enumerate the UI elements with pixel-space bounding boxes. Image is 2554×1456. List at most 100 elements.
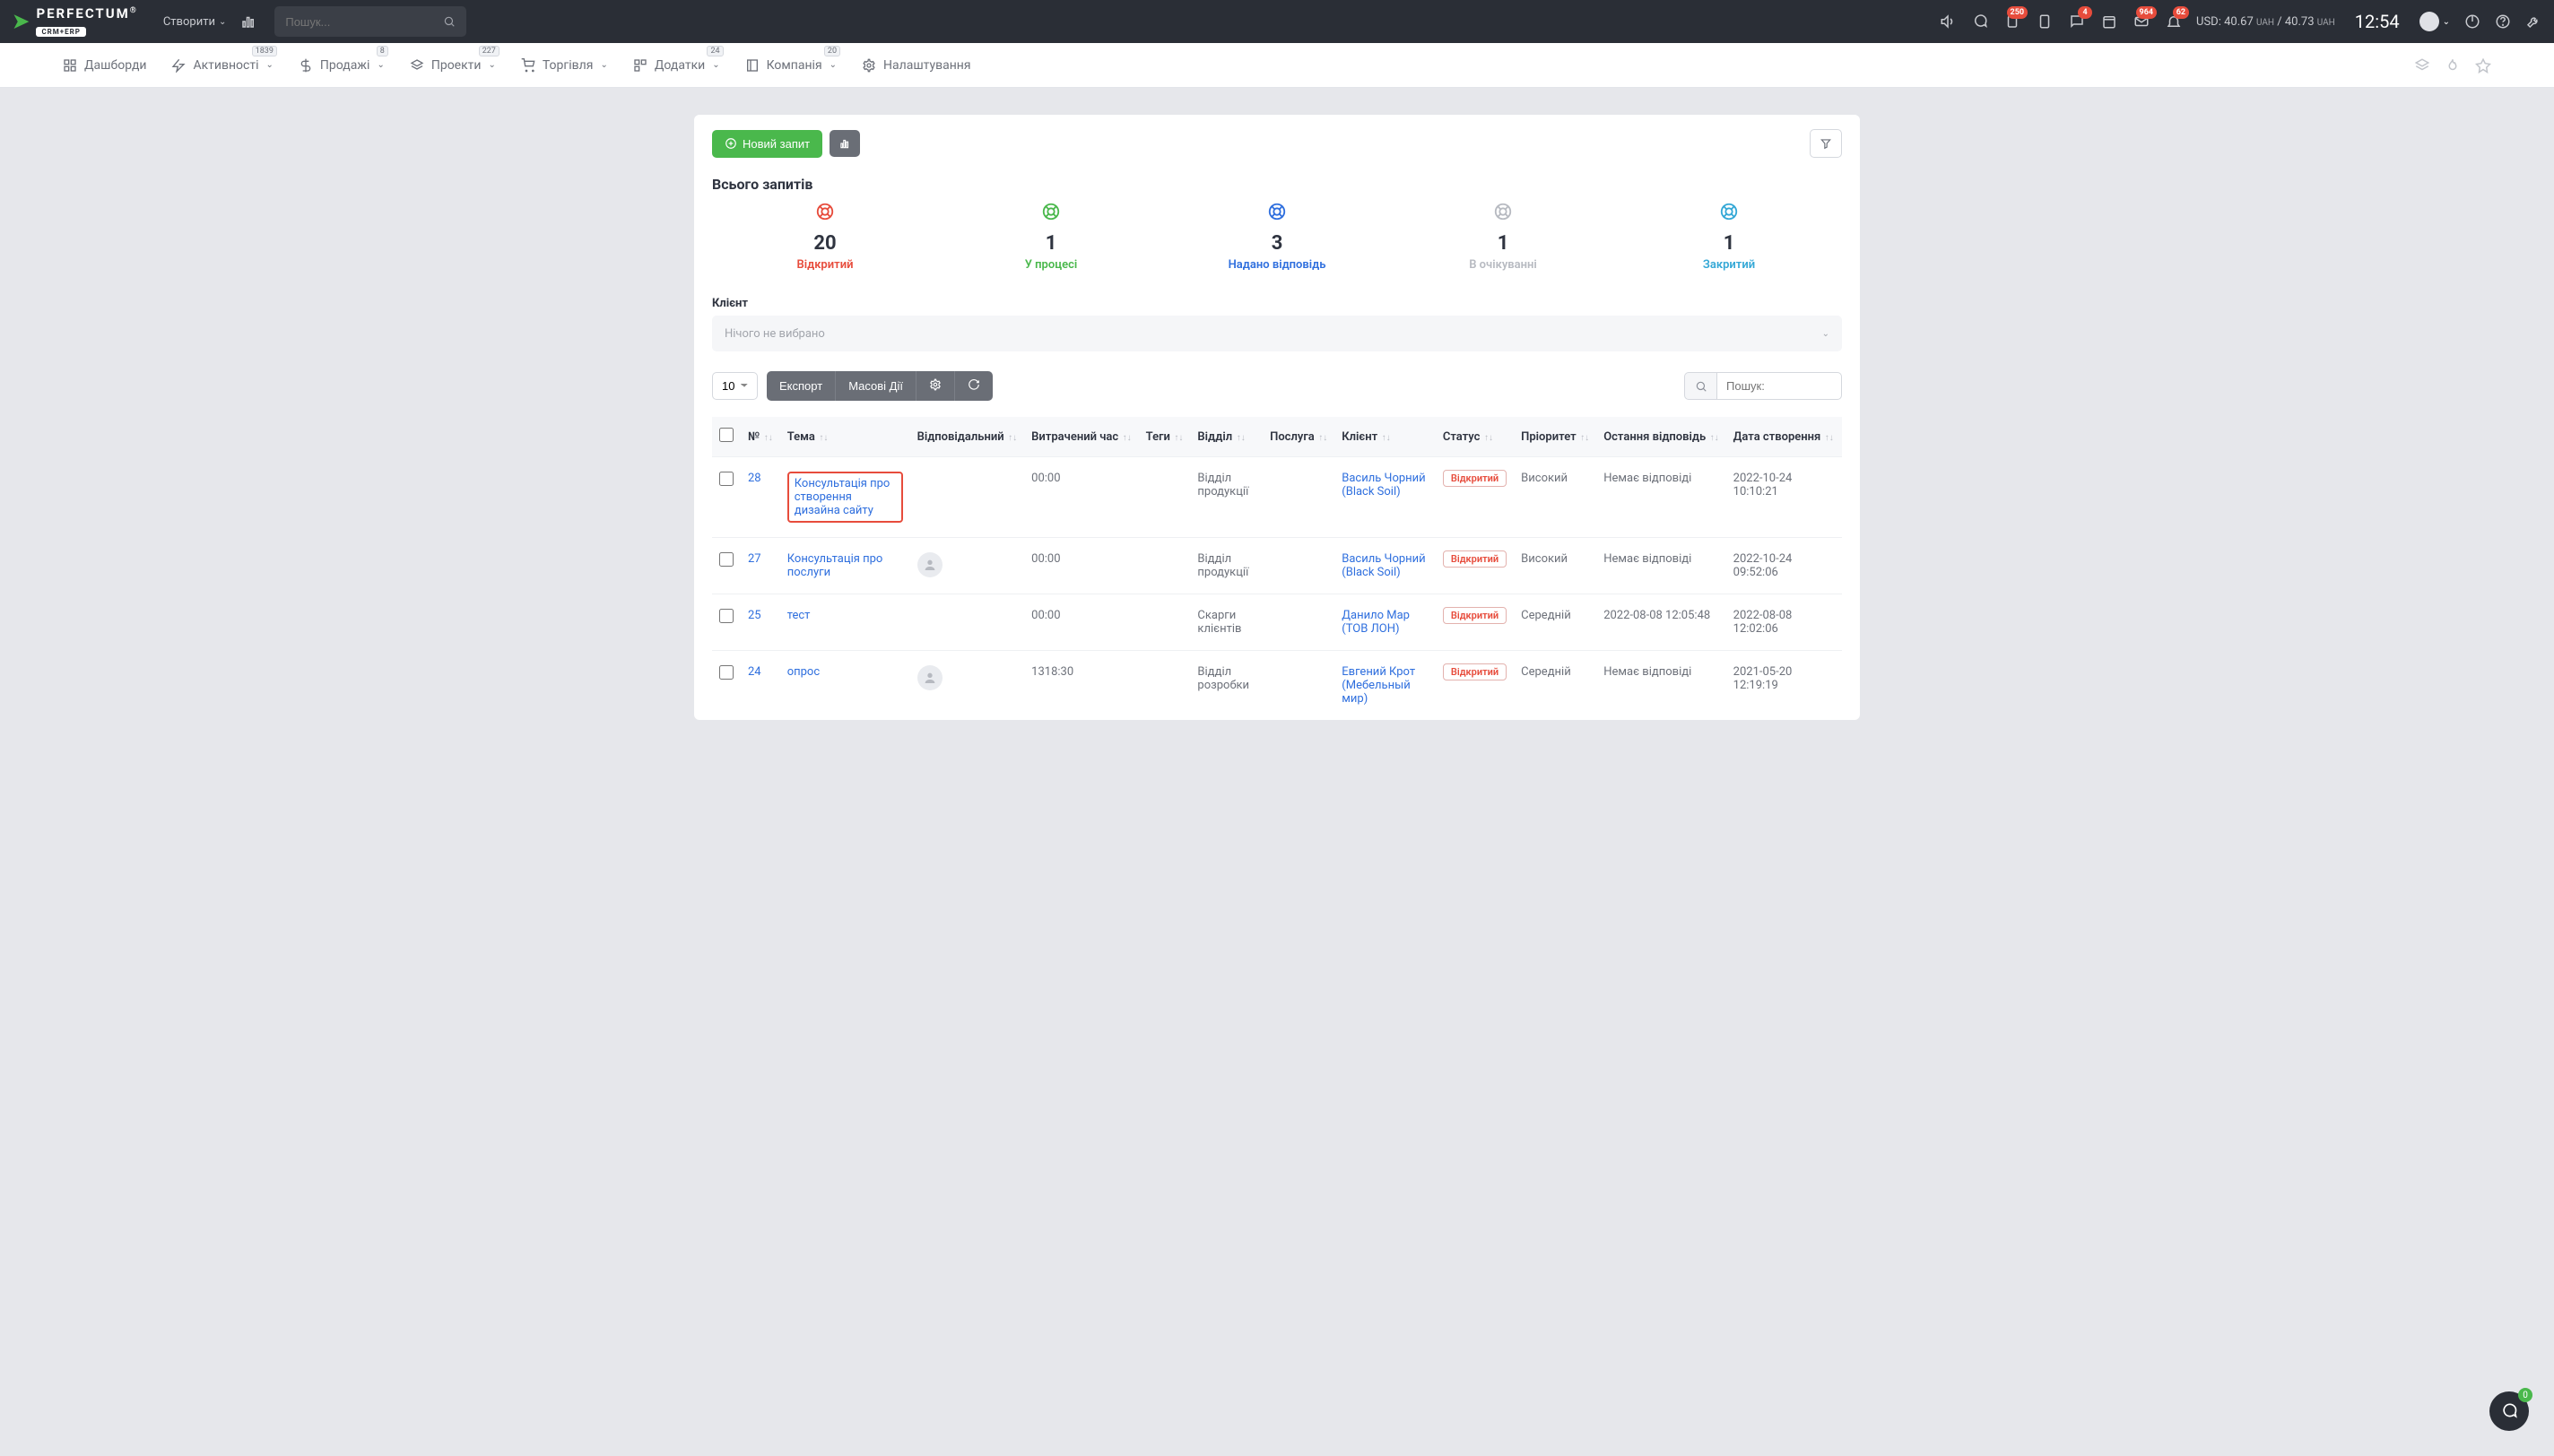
- tool-icon[interactable]: [2525, 13, 2541, 30]
- nav-label: Активності: [193, 58, 258, 73]
- stat-card[interactable]: 1 В очікуванні: [1390, 202, 1616, 272]
- column-header[interactable]: Статус ↑↓: [1436, 417, 1514, 457]
- status-badge: Відкритий: [1443, 470, 1507, 487]
- requests-table: № ↑↓Тема ↑↓Відповідальний ↑↓Витрачений ч…: [712, 417, 1842, 720]
- row-checkbox[interactable]: [719, 472, 734, 486]
- new-request-button[interactable]: Новий запит: [712, 130, 822, 158]
- select-all-checkbox[interactable]: [719, 428, 734, 442]
- column-header[interactable]: Клієнт ↑↓: [1334, 417, 1436, 457]
- layers-icon[interactable]: [2414, 57, 2430, 74]
- row-topic-link[interactable]: опрос: [787, 665, 820, 679]
- column-header[interactable]: Пріоритет ↑↓: [1514, 417, 1596, 457]
- nav-label: Проекти: [431, 58, 482, 73]
- logo[interactable]: ➤ PERFECTUM® CRM+ERP: [13, 5, 138, 38]
- row-checkbox[interactable]: [719, 665, 734, 680]
- stat-card[interactable]: 3 Надано відповідь: [1164, 202, 1390, 272]
- row-number[interactable]: 28: [741, 457, 780, 538]
- star-icon[interactable]: [2475, 57, 2491, 74]
- row-last-reply: Немає відповіді: [1596, 457, 1725, 538]
- row-number[interactable]: 27: [741, 538, 780, 594]
- nav-item-6[interactable]: Компанія 20 ⌄: [745, 58, 837, 73]
- row-topic-link[interactable]: тест: [787, 609, 811, 622]
- flame-icon[interactable]: [2445, 57, 2461, 74]
- nav-item-1[interactable]: Активності 1839 ⌄: [171, 58, 273, 73]
- table-row: 27 Консультація про послуги 00:00 Відділ…: [712, 538, 1842, 594]
- stat-card[interactable]: 1 Закритий: [1616, 202, 1842, 272]
- row-service: [1263, 538, 1334, 594]
- page-size-select[interactable]: 10: [712, 372, 758, 400]
- row-checkbox[interactable]: [719, 609, 734, 623]
- refresh-button[interactable]: [955, 371, 993, 401]
- column-header[interactable]: Відповідальний ↑↓: [910, 417, 1025, 457]
- export-button[interactable]: Експорт: [767, 371, 836, 401]
- search-input[interactable]: [285, 15, 443, 29]
- nav-badge: 1839: [252, 46, 277, 56]
- stat-label: У процесі: [938, 258, 1164, 272]
- nav-item-0[interactable]: Дашборди: [63, 58, 146, 73]
- row-topic-link[interactable]: Консультація про послуги: [787, 552, 883, 579]
- column-header[interactable]: Дата створення ↑↓: [1726, 417, 1842, 457]
- column-header[interactable]: Тема ↑↓: [780, 417, 910, 457]
- table-search-input[interactable]: [1716, 372, 1842, 400]
- row-last-reply: Немає відповіді: [1596, 651, 1725, 721]
- column-header[interactable]: Послуга ↑↓: [1263, 417, 1334, 457]
- row-client-link[interactable]: Данило Мар (ТОВ ЛОН): [1342, 609, 1410, 636]
- filter-button[interactable]: [1810, 129, 1842, 158]
- nav-item-5[interactable]: Додатки 24 ⌄: [633, 58, 720, 73]
- row-number[interactable]: 25: [741, 594, 780, 651]
- user-menu[interactable]: ⌄: [2419, 12, 2450, 31]
- row-time: 00:00: [1024, 594, 1139, 651]
- currency-rate: USD: 40.67 UAH / 40.73 UAH: [2196, 15, 2335, 29]
- chat-badge: 4: [2078, 6, 2092, 19]
- chart-icon[interactable]: [240, 13, 256, 30]
- sort-icon: ↑↓: [1006, 433, 1018, 443]
- stats-toggle-button[interactable]: [830, 130, 860, 157]
- search-box[interactable]: [274, 6, 466, 37]
- row-tags: [1139, 457, 1191, 538]
- column-header[interactable]: Теги ↑↓: [1139, 417, 1191, 457]
- clipboard-icon[interactable]: 250: [2004, 13, 2020, 30]
- row-client-link[interactable]: Василь Чорний (Black Soil): [1342, 472, 1425, 498]
- row-client-link[interactable]: Евгений Крот (Мебельный мир): [1342, 665, 1415, 706]
- bell-icon[interactable]: 62: [2166, 13, 2182, 30]
- sound-icon[interactable]: [1940, 13, 1956, 30]
- bulk-actions-button[interactable]: Масові Дії: [836, 371, 916, 401]
- stat-card[interactable]: 20 Відкритий: [712, 202, 938, 272]
- row-topic-link[interactable]: Консультація про створення дизайна сайту: [787, 472, 903, 523]
- note-icon[interactable]: [2037, 13, 2053, 30]
- row-number[interactable]: 24: [741, 651, 780, 721]
- chevron-down-icon: ⌄: [712, 60, 719, 70]
- create-button[interactable]: Створити ⌄: [163, 15, 227, 29]
- table-search-button[interactable]: [1684, 372, 1716, 400]
- bell-badge: 62: [2173, 6, 2189, 19]
- chat-fab[interactable]: 0: [2489, 1391, 2529, 1431]
- power-icon[interactable]: [2464, 13, 2480, 30]
- nav-item-2[interactable]: Продажі 8 ⌄: [299, 58, 385, 73]
- row-created: 2022-08-08 12:02:06: [1726, 594, 1842, 651]
- column-header[interactable]: Відділ ↑↓: [1190, 417, 1263, 457]
- chevron-down-icon: ⌄: [377, 60, 384, 70]
- row-client-link[interactable]: Василь Чорний (Black Soil): [1342, 552, 1425, 579]
- row-time: 00:00: [1024, 457, 1139, 538]
- nav-badge: 227: [479, 46, 500, 56]
- column-header[interactable]: Витрачений час ↑↓: [1024, 417, 1139, 457]
- row-dept: Відділ продукції: [1190, 457, 1263, 538]
- row-checkbox[interactable]: [719, 552, 734, 567]
- stat-number: 1: [1616, 232, 1842, 255]
- stat-card[interactable]: 1 У процесі: [938, 202, 1164, 272]
- chat-icon[interactable]: 4: [2069, 13, 2085, 30]
- client-filter-select[interactable]: Нічого не вибрано ⌄: [712, 316, 1842, 351]
- column-header[interactable]: Остання відповідь ↑↓: [1596, 417, 1725, 457]
- nav-item-7[interactable]: Налаштування: [862, 58, 971, 73]
- nav-item-3[interactable]: Проекти 227 ⌄: [410, 58, 496, 73]
- message-icon[interactable]: [1972, 13, 1988, 30]
- avatar-icon: [917, 552, 943, 577]
- column-header[interactable]: № ↑↓: [741, 417, 780, 457]
- stats-row: 20 Відкритий 1 У процесі 3 Надано відпов…: [712, 202, 1842, 272]
- calendar-icon[interactable]: [2101, 13, 2117, 30]
- mail-icon[interactable]: 964: [2133, 13, 2150, 30]
- help-icon[interactable]: [2495, 13, 2511, 30]
- nav-item-4[interactable]: Торгівля ⌄: [521, 58, 608, 73]
- row-responsible: [910, 594, 1025, 651]
- settings-button[interactable]: [916, 371, 955, 401]
